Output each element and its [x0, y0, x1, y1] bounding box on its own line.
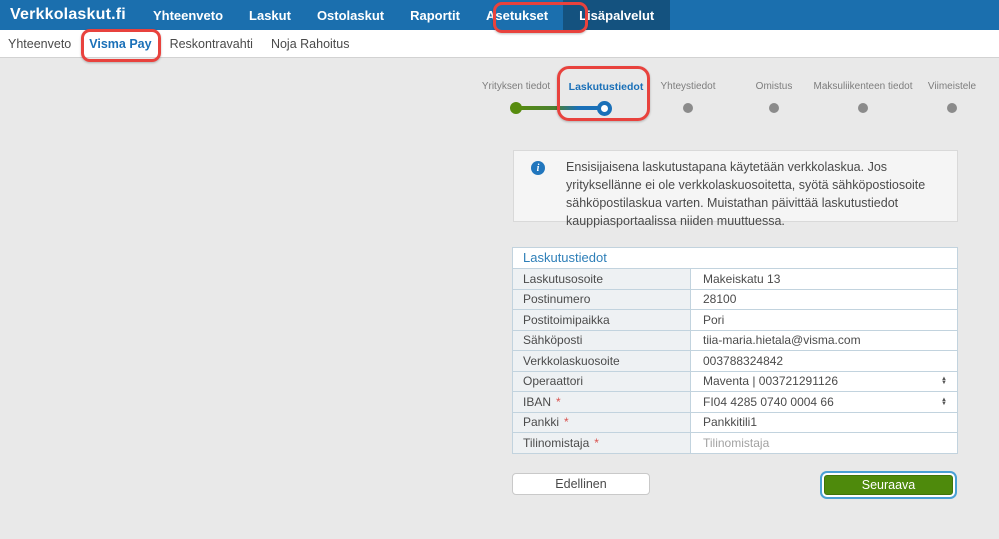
pankki-input[interactable]: Pankkitili1 [691, 412, 957, 432]
step-label-yrityksen-tiedot: Yrityksen tiedot [481, 81, 551, 92]
field-label: Postitoimipaikka [513, 310, 691, 330]
select-arrows-icon: ▲ ▼ [941, 376, 947, 387]
step-label-maksuliikenteen-tiedot: Maksuliikenteen tiedot [813, 81, 913, 92]
form-row-operaattori: Operaattori Maventa | 003721291126 ▲ ▼ [513, 370, 957, 391]
sahkoposti-input[interactable]: tiia-maria.hietala@visma.com [691, 330, 957, 350]
required-asterisk: * [556, 394, 561, 409]
form-row-verkkolaskuosoite: Verkkolaskuosoite 003788324842 [513, 350, 957, 371]
topnav-item-raportit[interactable]: Raportit [397, 0, 473, 30]
info-icon: i [531, 161, 545, 175]
required-asterisk: * [564, 415, 569, 430]
step-label-yhteystiedot: Yhteystiedot [660, 81, 716, 92]
form-title: Laskutustiedot [513, 248, 957, 268]
selected-option: Maventa | 003721291126 [703, 374, 839, 389]
required-asterisk: * [594, 435, 599, 450]
field-label: Laskutusosoite [513, 269, 691, 289]
form-row-pankki: Pankki * Pankkitili1 [513, 411, 957, 432]
next-button[interactable]: Seuraava [824, 475, 953, 495]
subnav-item-yhteenveto[interactable]: Yhteenveto [0, 37, 80, 51]
verkkolaskuosoite-input[interactable]: 003788324842 [691, 351, 957, 371]
step-label-omistus: Omistus [755, 81, 793, 92]
form-row-laskutusosoite: Laskutusosoite Makeiskatu 13 [513, 268, 957, 289]
step-dot-todo-yhteystiedot[interactable] [683, 103, 693, 113]
field-label: Sähköposti [513, 330, 691, 350]
step-dot-todo-maksuliikenteen-tiedot[interactable] [858, 103, 868, 113]
stepper-progress-line [516, 106, 605, 110]
step-dot-done-yrityksen-tiedot[interactable] [510, 102, 522, 114]
select-arrows-icon: ▲ ▼ [941, 396, 947, 407]
field-label: Postinumero [513, 289, 691, 309]
info-text: Ensisijaisena laskutustapana käytetään v… [566, 160, 926, 228]
form-row-postitoimipaikka: Postitoimipaikka Pori [513, 309, 957, 330]
topnav-item-ostolaskut[interactable]: Ostolaskut [304, 0, 397, 30]
previous-button[interactable]: Edellinen [512, 473, 650, 495]
form-row-sahkoposti: Sähköposti tiia-maria.hietala@visma.com [513, 329, 957, 350]
step-dot-todo-omistus[interactable] [769, 103, 779, 113]
topnav-item-asetukset[interactable]: Asetukset [473, 0, 561, 30]
subnav-item-reskontravahti[interactable]: Reskontravahti [161, 37, 262, 51]
topnav-item-lisapalvelut[interactable]: Lisäpalvelut [563, 0, 671, 30]
info-box: i Ensisijaisena laskutustapana käytetään… [513, 150, 958, 228]
postitoimipaikka-input[interactable]: Pori [691, 310, 957, 330]
form-row-iban: IBAN * FI04 4285 0740 0004 66 ▲ ▼ [513, 391, 957, 412]
topnav-item-yhteenveto[interactable]: Yhteenveto [140, 0, 236, 30]
field-label: Pankki * [513, 412, 691, 432]
step-label-laskutustiedot: Laskutustiedot [568, 81, 644, 93]
step-dot-active-laskutustiedot[interactable] [597, 101, 612, 116]
form-row-postinumero: Postinumero 28100 [513, 288, 957, 309]
field-label: Verkkolaskuosoite [513, 351, 691, 371]
iban-select[interactable]: FI04 4285 0740 0004 66 ▲ ▼ [691, 392, 957, 412]
field-label: Operaattori [513, 371, 691, 391]
subnav-item-noja-rahoitus[interactable]: Noja Rahoitus [262, 37, 359, 51]
tilinomistaja-input[interactable]: Tilinomistaja [691, 433, 957, 453]
postinumero-input[interactable]: 28100 [691, 289, 957, 309]
operaattori-select[interactable]: Maventa | 003721291126 ▲ ▼ [691, 371, 957, 391]
brand-logo[interactable]: Verkkolaskut.fi [0, 0, 140, 30]
topnav-item-laskut[interactable]: Laskut [236, 0, 304, 30]
step-dot-todo-viimeistele[interactable] [947, 103, 957, 113]
field-label: IBAN * [513, 392, 691, 412]
laskutusosoite-input[interactable]: Makeiskatu 13 [691, 269, 957, 289]
sub-navbar: Yhteenveto Visma Pay Reskontravahti Noja… [0, 30, 999, 58]
subnav-item-visma-pay[interactable]: Visma Pay [80, 37, 160, 51]
top-navbar: Verkkolaskut.fi Yhteenveto Laskut Ostola… [0, 0, 999, 30]
visma-pay-wizard-page: Verkkolaskut.fi Yhteenveto Laskut Ostola… [0, 0, 999, 539]
billing-details-form: Laskutustiedot Laskutusosoite Makeiskatu… [512, 247, 958, 454]
field-label: Tilinomistaja * [513, 433, 691, 453]
form-row-tilinomistaja: Tilinomistaja * Tilinomistaja [513, 432, 957, 453]
step-label-viimeistele: Viimeistele [927, 81, 977, 92]
selected-option: FI04 4285 0740 0004 66 [703, 394, 834, 409]
